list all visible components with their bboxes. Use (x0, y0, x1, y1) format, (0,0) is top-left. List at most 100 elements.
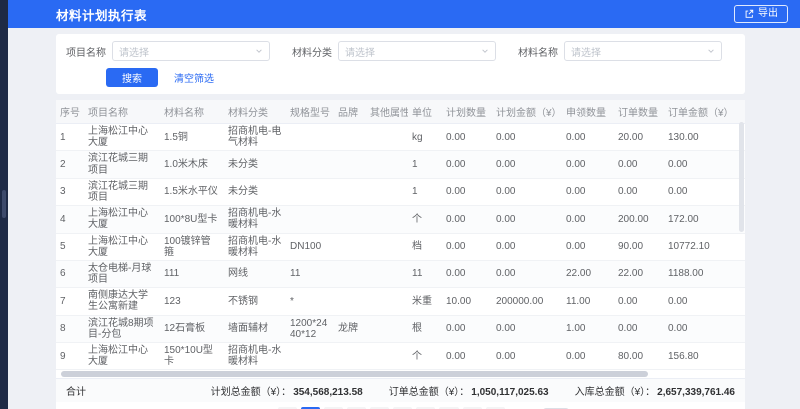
table-cell: 滨江花城三期项目 (84, 178, 160, 205)
table-cell: 8 (56, 315, 84, 342)
table-cell (366, 315, 408, 342)
vertical-scrollbar[interactable] (739, 122, 744, 363)
table-cell: 1.00 (562, 315, 614, 342)
table-cell: 9 (56, 343, 84, 370)
table-cell: 0.00 (614, 178, 664, 205)
table-cell: 2 (56, 151, 84, 178)
column-header: 规格型号 (286, 100, 334, 124)
summary-row: 合计 计划总金额（¥）：354,568,213.58 订单总金额（¥）：1,05… (56, 378, 745, 402)
table-row: 9上海松江中心大厦150*10U型卡招商机电-水暖材料个0.000.000.00… (56, 343, 745, 370)
table-cell: 0.00 (442, 260, 492, 287)
table-cell: 0.00 (442, 124, 492, 151)
table-cell: 1.5铜 (160, 124, 224, 151)
inbound-total-amount: 入库总金额（¥）：2,657,339,761.46 (575, 383, 735, 398)
table-cell: 0.00 (492, 260, 562, 287)
table-cell: 个 (408, 343, 442, 370)
table-cell: 招商机电-水暖材料 (224, 343, 286, 370)
table-cell: 111 (160, 260, 224, 287)
table-body: 1上海松江中心大厦1.5铜招商机电-电气材料kg0.000.000.0020.0… (56, 124, 745, 370)
table-cell: 0.00 (562, 343, 614, 370)
table-cell: 11.00 (562, 288, 614, 315)
table-cell (366, 124, 408, 151)
column-header: 序号 (56, 100, 84, 124)
table-cell (286, 343, 334, 370)
table-cell: 1188.00 (664, 260, 745, 287)
table-panel: 序号项目名称材料名称材料分类规格型号品牌其他属性单位计划数量计划金额（¥）申领数… (56, 100, 745, 409)
table-cell: 12石膏板 (160, 315, 224, 342)
table-cell: 上海松江中心大厦 (84, 206, 160, 233)
table-cell: 招商机电-电气材料 (224, 124, 286, 151)
select-placeholder: 请选择 (119, 44, 149, 59)
table-row: 3滨江花城三期项目1.5米水平仪未分类10.000.000.000.000.00 (56, 178, 745, 205)
export-button[interactable]: 导出 (734, 5, 788, 23)
table-cell: 172.00 (664, 206, 745, 233)
table-cell (286, 124, 334, 151)
table-cell: 0.00 (492, 206, 562, 233)
table-cell: 20.00 (614, 124, 664, 151)
search-button[interactable]: 搜索 (106, 68, 158, 87)
table-cell: 未分类 (224, 151, 286, 178)
table-cell: DN100 (286, 233, 334, 260)
table-row: 1上海松江中心大厦1.5铜招商机电-电气材料kg0.000.000.0020.0… (56, 124, 745, 151)
table-cell (334, 288, 366, 315)
table-cell: 墙面辅材 (224, 315, 286, 342)
table-cell: 滨江花城三期项目 (84, 151, 160, 178)
table-cell: 7 (56, 288, 84, 315)
table-cell (334, 260, 366, 287)
vertical-scrollbar-thumb[interactable] (739, 122, 744, 232)
table-cell: 招商机电-水暖材料 (224, 206, 286, 233)
table-cell (366, 178, 408, 205)
table-cell: 200.00 (614, 206, 664, 233)
table-cell: 1 (408, 151, 442, 178)
table-cell (286, 206, 334, 233)
clear-filter-button[interactable]: 清空筛选 (174, 70, 214, 85)
table-cell: 100镀锌管箍 (160, 233, 224, 260)
chevron-down-icon (481, 47, 489, 55)
table-cell: kg (408, 124, 442, 151)
table-cell (366, 260, 408, 287)
table-cell: 0.00 (442, 343, 492, 370)
table-cell: 上海松江中心大厦 (84, 233, 160, 260)
table-cell (366, 233, 408, 260)
horizontal-scrollbar[interactable] (59, 371, 742, 377)
table-cell: 1.5米水平仪 (160, 178, 224, 205)
table-cell: 0.00 (562, 233, 614, 260)
filter-label-material: 材料名称 (518, 44, 558, 59)
table-cell: 150*10U型卡 (160, 343, 224, 370)
material-category-select[interactable]: 请选择 (338, 41, 496, 61)
table-cell: 0.00 (492, 178, 562, 205)
table-row: 8滨江花城8期项目-分包12石膏板墙面辅材1200*2440*12龙牌根0.00… (56, 315, 745, 342)
project-name-select[interactable]: 请选择 (112, 41, 270, 61)
filter-project-name: 项目名称 请选择 (66, 41, 270, 61)
table-cell: 156.80 (664, 343, 745, 370)
table-cell: 130.00 (664, 124, 745, 151)
table-cell: 0.00 (562, 151, 614, 178)
table-cell: 0.00 (562, 178, 614, 205)
table-cell: 0.00 (442, 233, 492, 260)
column-header: 订单数量 (614, 100, 664, 124)
table-row: 7南侧康达大学生公寓新建123不锈钢*米重10.00200000.0011.00… (56, 288, 745, 315)
column-header: 材料名称 (160, 100, 224, 124)
table-cell: * (286, 288, 334, 315)
filter-label-project: 项目名称 (66, 44, 106, 59)
table-cell (334, 233, 366, 260)
table-cell: 米重 (408, 288, 442, 315)
table-cell: 0.00 (664, 288, 745, 315)
chevron-down-icon (255, 47, 263, 55)
horizontal-scrollbar-thumb[interactable] (61, 371, 648, 377)
export-label: 导出 (758, 9, 778, 19)
table-cell: 22.00 (614, 260, 664, 287)
column-header: 订单金额（¥） (664, 100, 745, 124)
content-area: 项目名称 请选择 材料分类 请选择 材料名称 (8, 28, 800, 409)
table-row: 4上海松江中心大厦100*8U型卡招商机电-水暖材料个0.000.000.002… (56, 206, 745, 233)
sidebar-handle[interactable] (2, 190, 6, 218)
column-header: 材料分类 (224, 100, 286, 124)
table-cell: 滨江花城8期项目-分包 (84, 315, 160, 342)
collapsed-sidebar[interactable] (0, 0, 8, 409)
table-cell (334, 151, 366, 178)
export-icon (744, 9, 754, 19)
chevron-down-icon (707, 47, 715, 55)
app-root: 材料计划执行表 导出 项目名称 请选择 (0, 0, 800, 409)
material-name-select[interactable]: 请选择 (564, 41, 722, 61)
filter-label-category: 材料分类 (292, 44, 332, 59)
